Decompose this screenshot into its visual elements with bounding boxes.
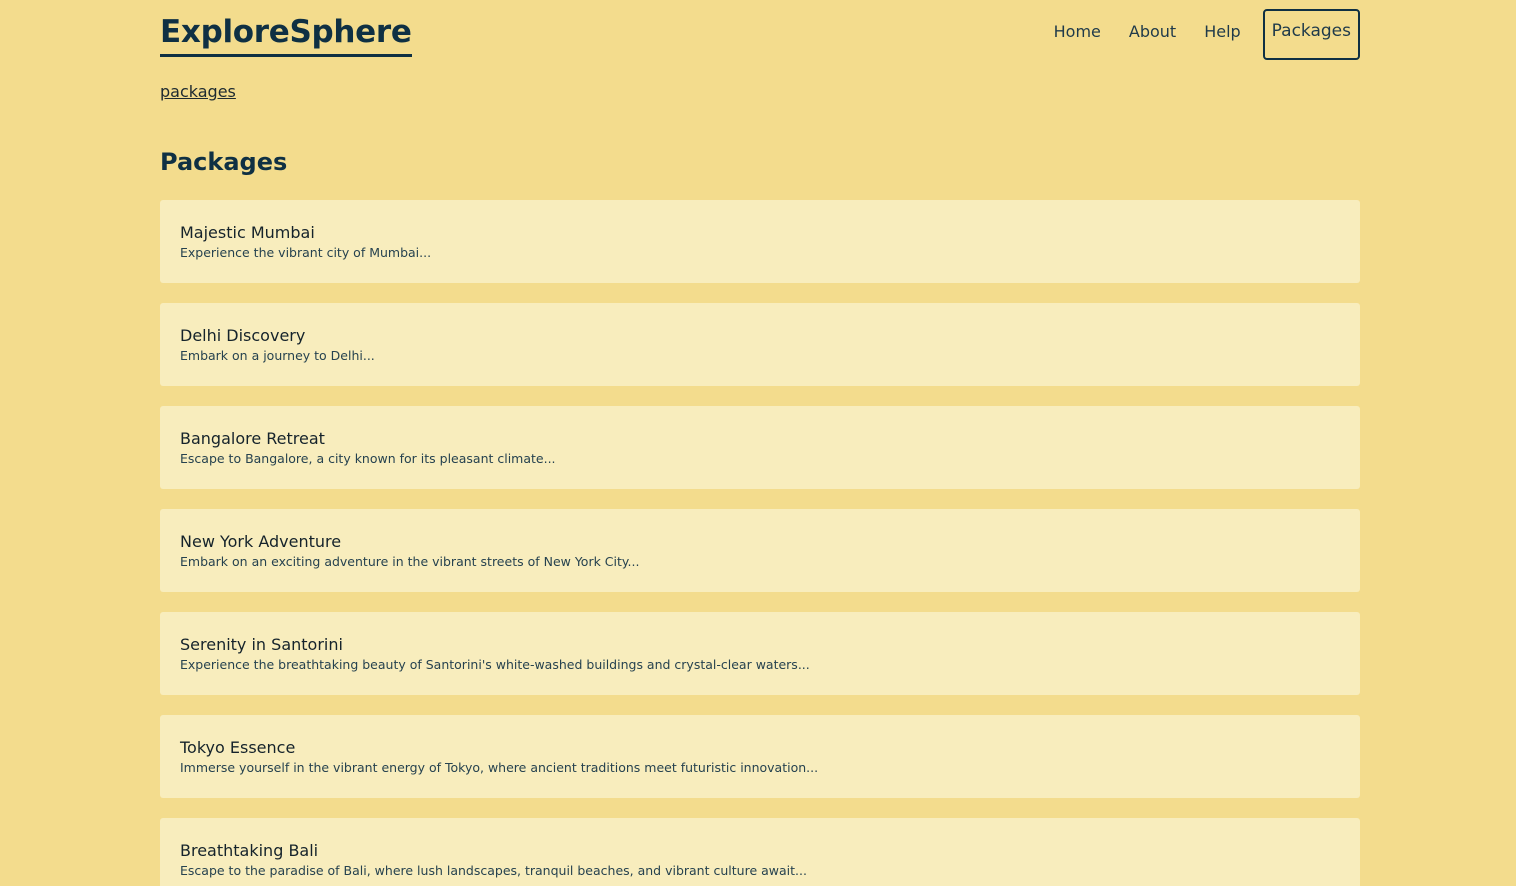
package-title: Majestic Mumbai (180, 223, 315, 242)
package-title: Bangalore Retreat (180, 429, 325, 448)
main-nav: Home About Help Packages (1026, 9, 1360, 60)
package-card-breathtaking-bali[interactable]: Breathtaking Bali Escape to the paradise… (160, 818, 1360, 886)
package-description: Experience the vibrant city of Mumbai... (180, 245, 432, 260)
package-title: Serenity in Santorini (180, 635, 343, 654)
nav-help-link[interactable]: Help (1204, 13, 1240, 51)
package-title: Breathtaking Bali (180, 841, 319, 860)
breadcrumb[interactable]: packages (160, 82, 236, 101)
package-card-majestic-mumbai[interactable]: Majestic Mumbai Experience the vibrant c… (160, 200, 1360, 283)
package-description: Experience the breathtaking beauty of Sa… (180, 657, 810, 672)
nav-packages-link[interactable]: Packages (1262, 9, 1360, 60)
page-container: ExploreSphere Home About Help Packages p… (160, 0, 1360, 886)
package-card-new-york-adventure[interactable]: New York Adventure Embark on an exciting… (160, 509, 1360, 592)
nav-home-link[interactable]: Home (1054, 13, 1101, 51)
package-card-bangalore-retreat[interactable]: Bangalore Retreat Escape to Bangalore, a… (160, 406, 1360, 489)
site-logo[interactable]: ExploreSphere (160, 14, 412, 57)
package-card-tokyo-essence[interactable]: Tokyo Essence Immerse yourself in the vi… (160, 715, 1360, 798)
package-card-serenity-in-santorini[interactable]: Serenity in Santorini Experience the bre… (160, 612, 1360, 695)
nav-about-link[interactable]: About (1129, 13, 1176, 51)
package-description: Embark on a journey to Delhi... (180, 348, 375, 363)
package-title: New York Adventure (180, 532, 342, 551)
package-title: Tokyo Essence (180, 738, 296, 757)
package-description: Embark on an exciting adventure in the v… (180, 554, 640, 569)
package-card-delhi-discovery[interactable]: Delhi Discovery Embark on a journey to D… (160, 303, 1360, 386)
package-description: Immerse yourself in the vibrant energy o… (180, 760, 819, 775)
page-title: Packages (160, 148, 288, 176)
package-description: Escape to the paradise of Bali, where lu… (180, 863, 807, 878)
package-title: Delhi Discovery (180, 326, 306, 345)
site-header: ExploreSphere Home About Help Packages (160, 0, 1360, 70)
package-description: Escape to Bangalore, a city known for it… (180, 451, 556, 466)
package-list: Majestic Mumbai Experience the vibrant c… (160, 200, 1360, 886)
